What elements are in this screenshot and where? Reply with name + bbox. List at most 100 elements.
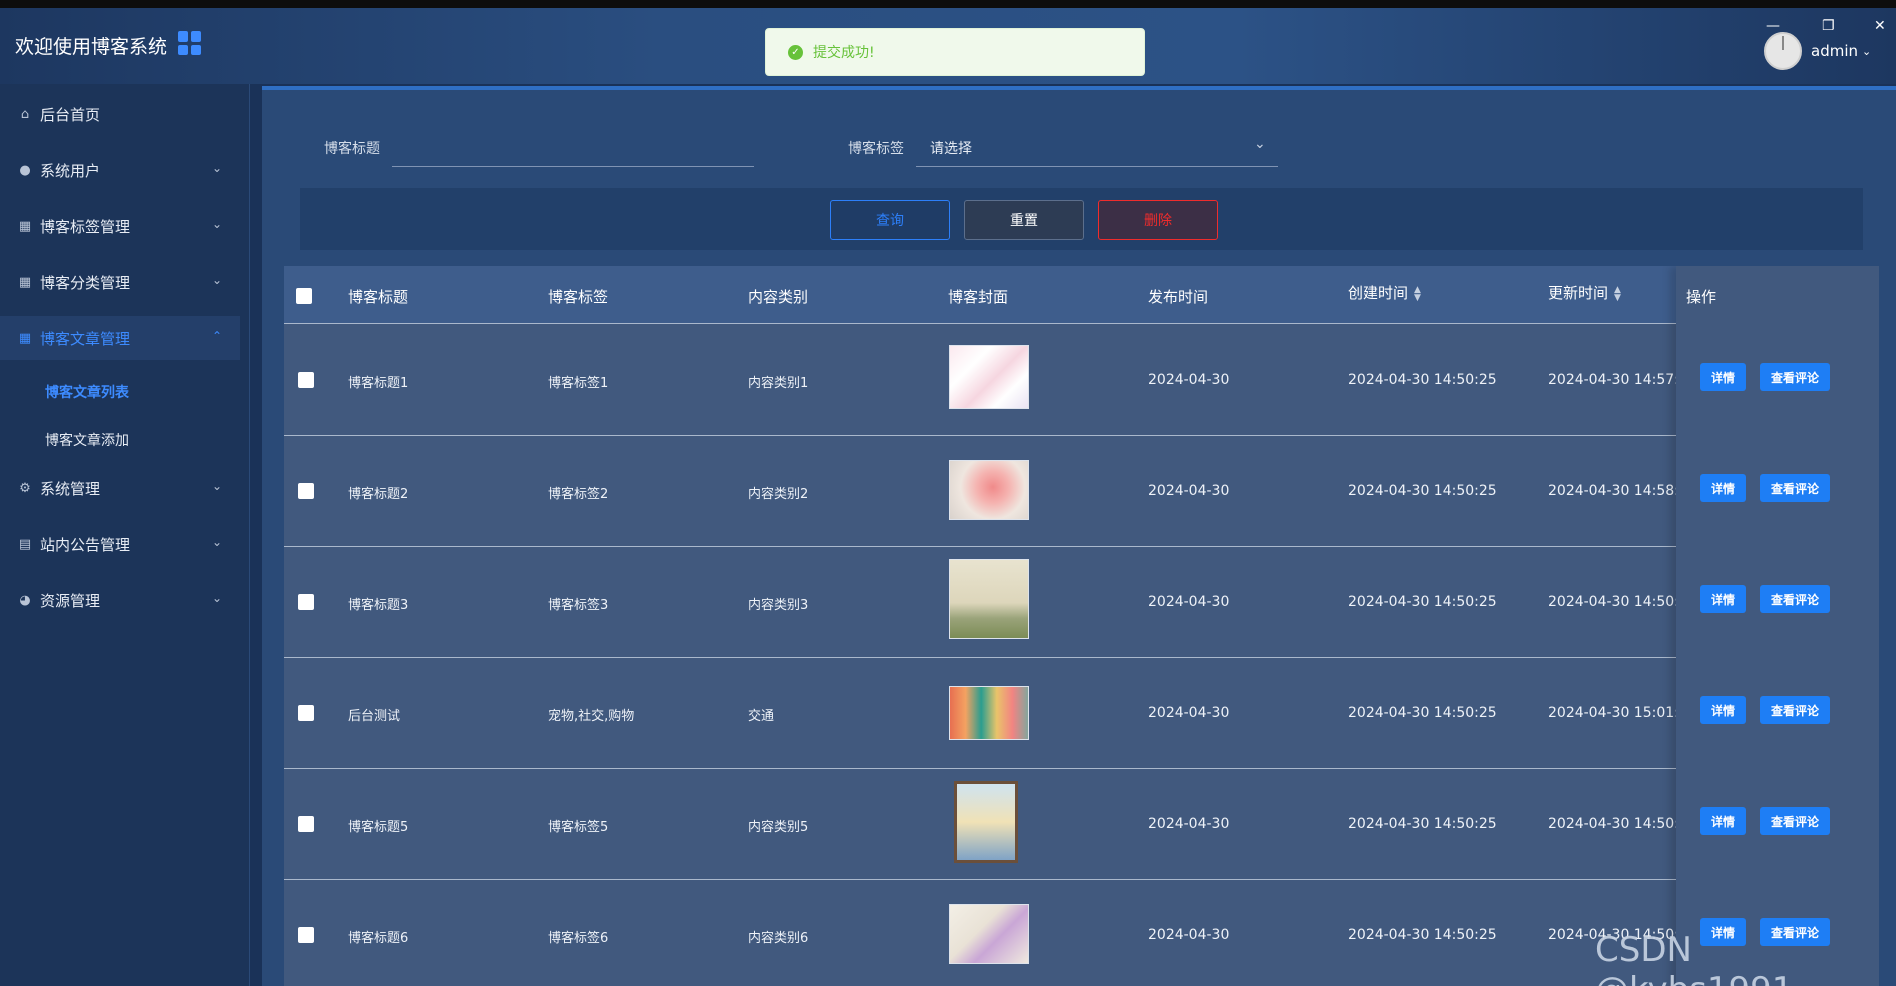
sidebar-item-home[interactable]: ⌂ 后台首页 xyxy=(0,92,240,136)
close-icon[interactable]: ✕ xyxy=(1874,18,1886,34)
column-header-created[interactable]: 创建时间 ▲ ▼ xyxy=(1348,282,1421,303)
sidebar-subitem-article-add[interactable]: 博客文章添加 xyxy=(45,430,129,450)
tag-select[interactable]: 请选择 xyxy=(930,138,972,158)
row-category: 内容类别2 xyxy=(748,487,809,502)
column-header-publish: 发布时间 xyxy=(1148,288,1209,306)
chevron-down-icon: ⌄ xyxy=(211,591,222,605)
row-title: 博客标题6 xyxy=(348,931,409,946)
row-publish-date: 2024-04-30 xyxy=(1148,927,1230,943)
view-comments-button[interactable]: 查看评论 xyxy=(1760,696,1830,724)
view-comments-button[interactable]: 查看评论 xyxy=(1760,585,1830,613)
row-created-time: 2024-04-30 14:50:25 xyxy=(1348,705,1497,721)
article-table: 博客标题 博客标签 内容类别 博客封面 发布时间 创建时间 ▲ ▼ 更新时间 ▲ ▼ 博… xyxy=(284,266,1879,986)
sidebar: ⌂ 后台首页 ● 系统用户 ⌄ ▦ 博客标签管理 ⌄ ▦ 博客分类管理 ⌄ ▦ … xyxy=(0,84,250,986)
row-checkbox[interactable] xyxy=(298,816,314,832)
select-all-checkbox[interactable] xyxy=(296,288,312,304)
table-row: 博客标题5 博客标签5 内容类别5 2024-04-30 2024-04-30 … xyxy=(284,769,1879,880)
sidebar-item-system[interactable]: ⚙ 系统管理 ⌄ xyxy=(0,466,240,510)
sidebar-item-label: 后台首页 xyxy=(40,105,101,124)
chevron-down-icon: ⌄ xyxy=(211,479,222,493)
detail-button[interactable]: 详情 xyxy=(1700,474,1746,502)
row-title: 博客标题1 xyxy=(348,376,409,391)
cover-image[interactable] xyxy=(949,460,1029,520)
row-created-time: 2024-04-30 14:50:25 xyxy=(1348,927,1497,943)
cover-image[interactable] xyxy=(954,781,1018,863)
sidebar-item-label: 博客分类管理 xyxy=(40,273,131,292)
detail-button[interactable]: 详情 xyxy=(1700,585,1746,613)
grid-icon: ▦ xyxy=(18,274,32,290)
detail-button[interactable]: 详情 xyxy=(1700,696,1746,724)
main-content: 博客标题 博客标签 请选择 ⌄ 查询 重置 删除 博客标题 博客标签 内容类别 … xyxy=(262,86,1896,986)
table-row: 博客标题2 博客标签2 内容类别2 2024-04-30 2024-04-30 … xyxy=(284,436,1879,547)
view-comments-button[interactable]: 查看评论 xyxy=(1760,807,1830,835)
sidebar-item-resources[interactable]: ◕ 资源管理 ⌄ xyxy=(0,578,240,622)
user-menu[interactable]: admin ⌄ xyxy=(1811,42,1871,60)
column-header-actions: 操作 xyxy=(1686,288,1717,306)
app-title: 欢迎使用博客系统 xyxy=(15,36,168,58)
row-updated-time: 2024-04-30 14:57:5 xyxy=(1548,372,1688,388)
row-tag: 博客标签3 xyxy=(548,598,609,613)
sidebar-item-articles[interactable]: ▦ 博客文章管理 ⌃ xyxy=(0,316,240,360)
tag-select-underline xyxy=(916,166,1278,167)
sidebar-item-label: 系统用户 xyxy=(40,161,101,180)
row-checkbox[interactable] xyxy=(298,483,314,499)
row-publish-date: 2024-04-30 xyxy=(1148,483,1230,499)
cover-image[interactable] xyxy=(949,904,1029,964)
sidebar-item-users[interactable]: ● 系统用户 ⌄ xyxy=(0,148,240,192)
gear-icon: ⚙ xyxy=(19,480,31,496)
user-icon: ● xyxy=(19,162,31,178)
detail-button[interactable]: 详情 xyxy=(1700,807,1746,835)
title-input[interactable] xyxy=(392,166,754,167)
table-row: 后台测试 宠物,社交,购物 交通 2024-04-30 2024-04-30 1… xyxy=(284,658,1879,769)
sidebar-item-tags[interactable]: ▦ 博客标签管理 ⌄ xyxy=(0,204,240,248)
notice-icon: ▤ xyxy=(18,536,32,552)
watermark: CSDN @kybs1991 xyxy=(1595,930,1793,986)
row-publish-date: 2024-04-30 xyxy=(1148,705,1230,721)
sidebar-item-label: 站内公告管理 xyxy=(40,535,131,554)
cover-image[interactable] xyxy=(949,345,1029,409)
row-created-time: 2024-04-30 14:50:25 xyxy=(1348,594,1497,610)
chevron-down-icon: ⌄ xyxy=(211,217,222,231)
row-checkbox[interactable] xyxy=(298,705,314,721)
row-checkbox[interactable] xyxy=(298,927,314,943)
row-updated-time: 2024-04-30 14:50:2 xyxy=(1548,594,1688,610)
tag-field-label: 博客标签 xyxy=(848,141,904,157)
cover-image[interactable] xyxy=(949,559,1029,639)
row-checkbox[interactable] xyxy=(298,372,314,388)
query-button[interactable]: 查询 xyxy=(830,200,950,240)
row-tag: 宠物,社交,购物 xyxy=(548,709,635,724)
sort-icon[interactable]: ▲ ▼ xyxy=(1414,285,1421,302)
row-tag: 博客标签2 xyxy=(548,487,609,502)
menu-toggle-icon[interactable] xyxy=(178,31,202,55)
row-checkbox[interactable] xyxy=(298,594,314,610)
window-top-strip xyxy=(0,0,1896,8)
sidebar-item-label: 博客标签管理 xyxy=(40,217,131,236)
row-category: 内容类别3 xyxy=(748,598,809,613)
sidebar-subitem-article-list[interactable]: 博客文章列表 xyxy=(45,382,129,402)
chevron-down-icon: ⌄ xyxy=(1862,44,1872,58)
avatar[interactable] xyxy=(1764,32,1802,70)
restore-icon[interactable]: ❐ xyxy=(1822,18,1835,34)
cover-image[interactable] xyxy=(949,686,1029,740)
row-updated-time: 2024-04-30 14:50:2 xyxy=(1548,816,1688,832)
grid-icon: ▦ xyxy=(18,218,32,234)
action-bar: 查询 重置 删除 xyxy=(300,188,1863,250)
delete-button[interactable]: 删除 xyxy=(1098,200,1218,240)
column-header-updated[interactable]: 更新时间 ▲ ▼ xyxy=(1548,282,1621,303)
row-category: 内容类别5 xyxy=(748,820,809,835)
table-header: 博客标题 博客标签 内容类别 博客封面 发布时间 创建时间 ▲ ▼ 更新时间 ▲ ▼ xyxy=(284,266,1879,324)
row-title: 后台测试 xyxy=(348,709,401,724)
detail-button[interactable]: 详情 xyxy=(1700,363,1746,391)
chevron-down-icon: ⌄ xyxy=(211,273,222,287)
chevron-up-icon: ⌃ xyxy=(211,329,222,343)
column-header-created-label: 创建时间 xyxy=(1348,284,1409,302)
column-header-category: 内容类别 xyxy=(748,288,809,306)
row-created-time: 2024-04-30 14:50:25 xyxy=(1348,816,1497,832)
reset-button[interactable]: 重置 xyxy=(964,200,1084,240)
sort-icon[interactable]: ▲ ▼ xyxy=(1614,285,1621,302)
view-comments-button[interactable]: 查看评论 xyxy=(1760,363,1830,391)
sidebar-item-notices[interactable]: ▤ 站内公告管理 ⌄ xyxy=(0,522,240,566)
username: admin xyxy=(1811,42,1858,60)
sidebar-item-categories[interactable]: ▦ 博客分类管理 ⌄ xyxy=(0,260,240,304)
view-comments-button[interactable]: 查看评论 xyxy=(1760,474,1830,502)
